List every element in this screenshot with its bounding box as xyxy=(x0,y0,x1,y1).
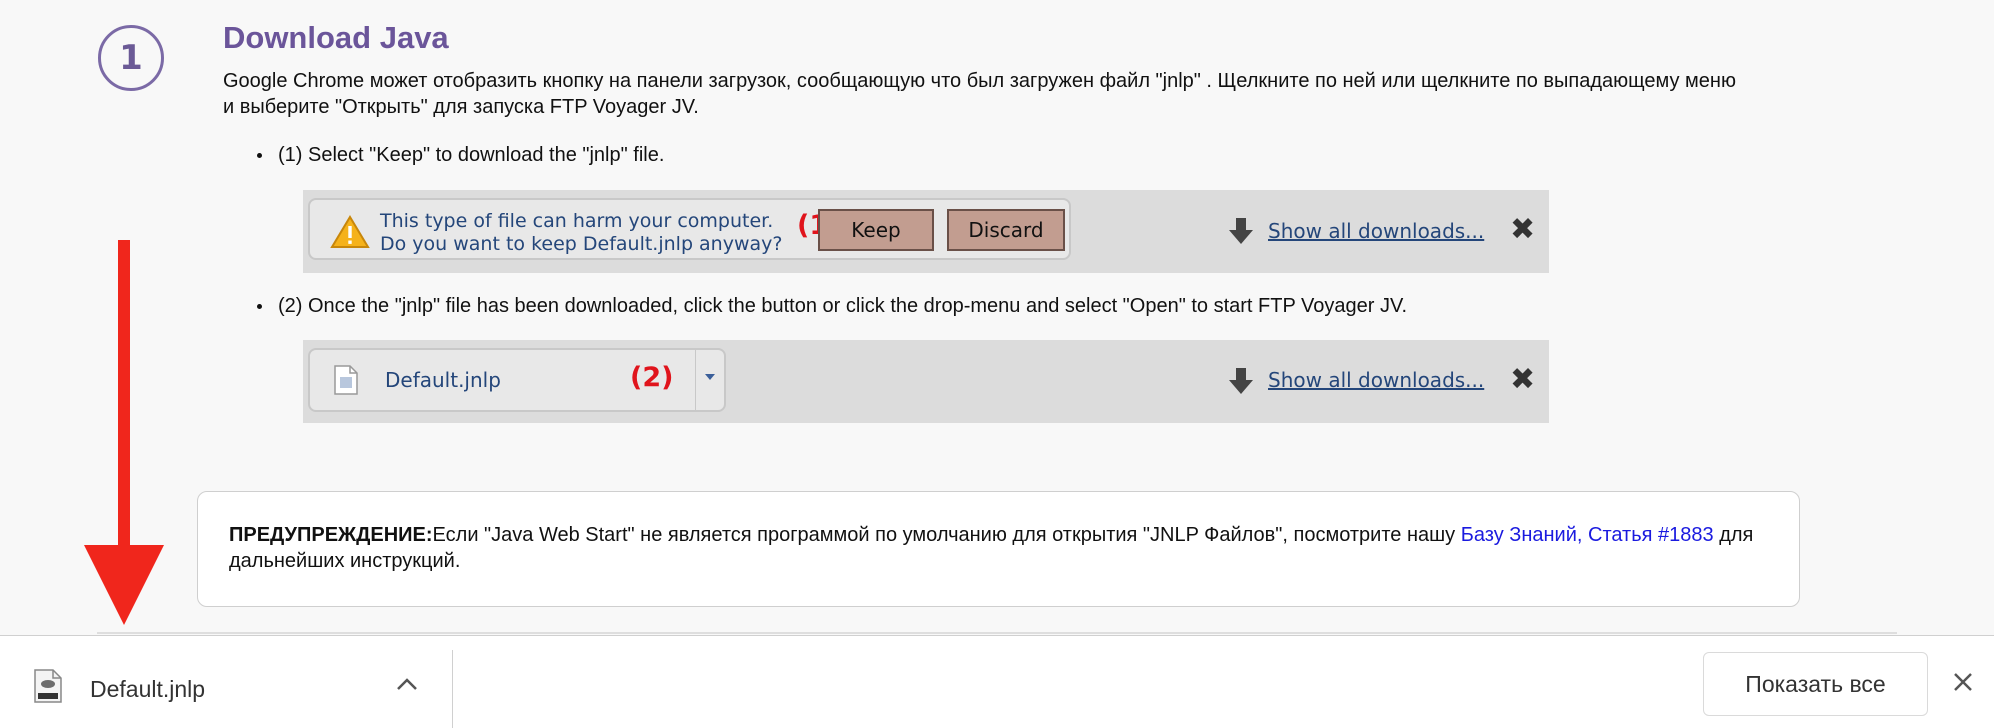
chrome-downloaded-screenshot: Default.jnlp (2) Show all downloads... ✖ xyxy=(303,340,1549,423)
close-icon[interactable]: ✖ xyxy=(1510,212,1535,247)
chrome-warning-screenshot: This type of file can harm your computer… xyxy=(303,190,1549,273)
warning-box: This type of file can harm your computer… xyxy=(308,198,1071,260)
close-icon[interactable] xyxy=(1952,671,1974,693)
keep-button[interactable]: Keep xyxy=(818,209,934,251)
dropdown-divider xyxy=(695,350,696,410)
downloaded-file-button[interactable]: Default.jnlp (2) xyxy=(308,348,726,412)
close-icon[interactable]: ✖ xyxy=(1510,362,1535,397)
notice-text: ПРЕДУПРЕЖДЕНИЕ:Если "Java Web Start" не … xyxy=(229,522,1769,574)
warning-line-1: This type of file can harm your computer… xyxy=(380,210,774,232)
show-all-downloads-link[interactable]: Show all downloads... xyxy=(1268,368,1484,392)
notice-label: ПРЕДУПРЕЖДЕНИЕ: xyxy=(229,524,433,546)
chevron-up-icon[interactable] xyxy=(395,676,419,692)
download-arrow-icon xyxy=(1229,368,1253,394)
red-arrow-down-icon xyxy=(84,240,164,625)
file-name: Default.jnlp xyxy=(385,368,501,392)
download-arrow-icon xyxy=(1229,218,1253,244)
warning-icon xyxy=(330,215,370,248)
discard-button[interactable]: Discard xyxy=(947,209,1065,251)
step-number-badge: 1 xyxy=(98,25,164,91)
page-title: Download Java xyxy=(223,20,449,55)
show-all-downloads-link[interactable]: Show all downloads... xyxy=(1268,219,1484,243)
bullet-step-2: (2) Once the "jnlp" file has been downlo… xyxy=(256,295,1408,317)
notice-body: Если "Java Web Start" не является програ… xyxy=(432,524,1461,546)
chrome-download-bar: Default.jnlp Показать все xyxy=(0,635,1994,728)
intro-text: Google Chrome может отобразить кнопку на… xyxy=(223,70,1736,118)
step-marker-2: (2) xyxy=(630,362,674,393)
download-bar-separator xyxy=(452,650,453,728)
bullet-step-1: (1) Select "Keep" to download the "jnlp"… xyxy=(256,144,665,166)
download-file-name[interactable]: Default.jnlp xyxy=(90,676,205,703)
divider xyxy=(97,632,1897,634)
file-icon xyxy=(334,365,358,395)
jnlp-file-icon xyxy=(34,669,62,703)
show-all-button[interactable]: Показать все xyxy=(1703,652,1928,716)
dropdown-caret-icon[interactable] xyxy=(705,374,715,380)
warning-line-2: Do you want to keep Default.jnlp anyway? xyxy=(380,233,783,255)
warning-notice: ПРЕДУПРЕЖДЕНИЕ:Если "Java Web Start" не … xyxy=(197,491,1800,607)
knowledge-base-link[interactable]: Базу Знаний, Статья #1883 xyxy=(1461,524,1714,546)
warning-message: This type of file can harm your computer… xyxy=(380,210,782,256)
